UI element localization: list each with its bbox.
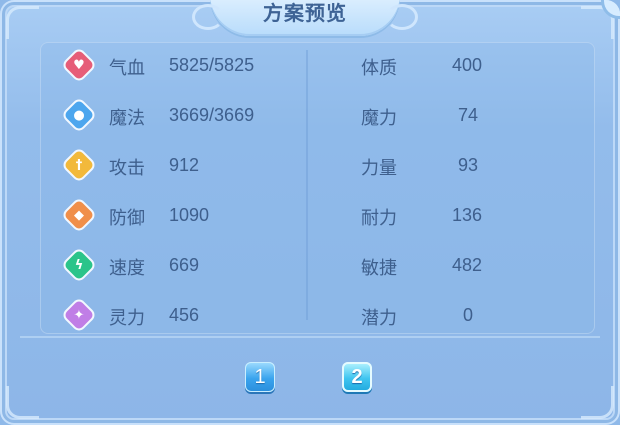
stat-label-magic-power: 魔力 <box>361 108 397 129</box>
spirit-icon: ✦ <box>63 299 95 331</box>
stat-label-potential: 潜力 <box>361 308 397 329</box>
stat-value-mp: 3669/3669 <box>169 105 255 125</box>
stat-value-potential: 0 <box>463 305 474 325</box>
corner-ornament <box>581 386 614 419</box>
stat-value-defense: 1090 <box>169 205 210 225</box>
stat-label-defense: 防御 <box>109 208 145 229</box>
stats-box <box>40 42 595 334</box>
stat-label-mp: 魔法 <box>109 108 145 129</box>
stat-label-endurance: 耐力 <box>361 208 397 229</box>
page-button-1[interactable]: 1 <box>245 362 275 392</box>
stat-label-spirit: 灵力 <box>109 308 145 329</box>
stat-value-hp: 5825/5825 <box>169 55 255 75</box>
stat-value-endurance: 136 <box>452 205 483 225</box>
shield-icon: ◆ <box>63 199 95 231</box>
stat-value-spirit: 456 <box>169 305 200 325</box>
section-divider <box>20 336 600 338</box>
stat-label-hp: 气血 <box>109 58 145 79</box>
heart-icon: ♥ <box>63 49 95 81</box>
column-divider <box>306 50 308 320</box>
plan-preview-panel: 方案预览 ♥ 气血 5825/5825 ● 魔法 3669/3669 † 攻击 … <box>0 0 620 425</box>
stat-value-speed: 669 <box>169 255 200 275</box>
stat-label-speed: 速度 <box>109 258 145 279</box>
stat-label-constitution: 体质 <box>361 58 397 79</box>
stat-label-attack: 攻击 <box>109 158 145 179</box>
stat-value-constitution: 400 <box>452 55 483 75</box>
stat-label-agility: 敏捷 <box>361 258 397 279</box>
stat-value-strength: 93 <box>458 155 479 175</box>
page-button-2[interactable]: 2 <box>342 362 372 392</box>
stat-label-strength: 力量 <box>361 158 397 179</box>
sword-icon: † <box>63 149 95 181</box>
stat-value-agility: 482 <box>452 255 483 275</box>
title-plate: 方案预览 <box>192 0 418 36</box>
panel-title: 方案预览 <box>263 1 347 25</box>
corner-ornament <box>6 6 39 39</box>
mana-icon: ● <box>63 99 95 131</box>
stat-value-magic-power: 74 <box>458 105 479 125</box>
corner-ornament <box>6 386 39 419</box>
lightning-icon: ϟ <box>63 249 95 281</box>
stat-value-attack: 912 <box>169 155 200 175</box>
